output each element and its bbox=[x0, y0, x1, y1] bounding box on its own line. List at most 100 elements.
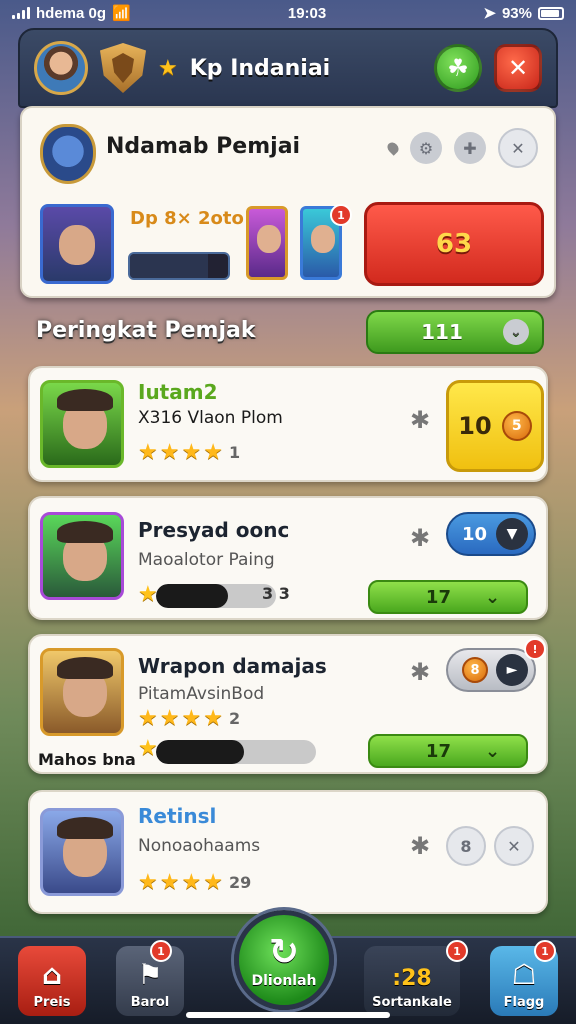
home-icon: ⌂ bbox=[41, 958, 63, 991]
leaderboard-filter-dropdown[interactable]: 111 ⌄ bbox=[366, 310, 544, 354]
hero-portrait[interactable] bbox=[40, 204, 114, 284]
close-icon[interactable]: ✕ bbox=[494, 826, 534, 866]
puzzle-icon[interactable]: ✱ bbox=[410, 524, 430, 552]
star-icon: ★ bbox=[138, 706, 158, 731]
location-icon: ➤ bbox=[483, 5, 496, 22]
star-icon: ★ bbox=[138, 736, 158, 761]
star-count: 29 bbox=[228, 873, 252, 892]
star-icon: ★ bbox=[203, 706, 223, 731]
chevron-down-icon: ⌄ bbox=[484, 586, 501, 608]
star-icon: ★ bbox=[181, 440, 202, 465]
star-icon: ★ bbox=[138, 870, 158, 895]
star-icon: ★ bbox=[158, 55, 178, 81]
player-portrait bbox=[40, 512, 124, 600]
player-name: Retinsl bbox=[138, 804, 217, 828]
coin-icon: :28 bbox=[392, 966, 432, 991]
progress-fill bbox=[156, 584, 228, 608]
progress-bar bbox=[156, 740, 316, 764]
player-portrait bbox=[40, 648, 124, 736]
player-name: Presyad oonc bbox=[138, 518, 290, 542]
house-icon: ☖ bbox=[511, 958, 537, 991]
upgrade-value: 17 bbox=[425, 740, 451, 762]
home-indicator bbox=[186, 1012, 390, 1018]
shield-icon[interactable] bbox=[100, 43, 146, 93]
leaf-icon: ☘ bbox=[447, 54, 469, 82]
progress-bar bbox=[156, 584, 276, 608]
progress-fill bbox=[156, 740, 244, 764]
puzzle-icon[interactable]: ✱ bbox=[410, 406, 430, 434]
status-bar: hdema 0g 📶 19:03 ➤ 93% bbox=[0, 0, 576, 26]
hero-card-thumb[interactable] bbox=[246, 206, 288, 280]
leaderboard-row[interactable]: Presyad oonc Maoalotor Paing ★ 3 3 ✱ 10 … bbox=[28, 496, 548, 620]
player-subtitle: Nonoaohaams bbox=[138, 836, 261, 856]
player-portrait bbox=[40, 808, 124, 896]
nav-play[interactable]: ↻ Dlionlah bbox=[234, 910, 334, 1010]
close-icon: ✕ bbox=[507, 54, 529, 82]
profile-name: Ndamab Pemjai bbox=[106, 134, 301, 159]
pin-icon bbox=[385, 140, 401, 156]
move-icon[interactable]: ✚ bbox=[454, 132, 486, 164]
close-button[interactable]: ✕ bbox=[494, 44, 542, 92]
close-card-button[interactable]: ✕ bbox=[498, 128, 538, 168]
clan-emblem bbox=[40, 124, 96, 184]
leaderboard-row[interactable]: Mahos bna Wrapon damajas PitamAvsinBod ★… bbox=[28, 634, 548, 774]
upgrade-value: 17 bbox=[425, 586, 451, 608]
coin-icon: 8 bbox=[462, 657, 488, 683]
star-count: 1 bbox=[228, 443, 241, 462]
star-icon: ★ bbox=[159, 706, 180, 731]
battery-icon bbox=[537, 6, 564, 20]
wifi-icon: 📶 bbox=[112, 5, 131, 22]
player-portrait bbox=[40, 380, 124, 468]
reward-value: 10 bbox=[458, 412, 492, 440]
confirm-button[interactable]: ☘ bbox=[434, 44, 482, 92]
battle-button[interactable]: 63 bbox=[364, 202, 544, 286]
upgrade-button[interactable]: 17 ⌄ bbox=[368, 734, 528, 768]
rank-pill[interactable]: 8 ► bbox=[446, 648, 536, 692]
star-icon: ★ bbox=[159, 440, 180, 465]
header-title: Kp Indaniai bbox=[189, 55, 331, 81]
battery-percent: 93% bbox=[501, 4, 532, 22]
profile-progress-bar bbox=[128, 252, 230, 280]
puzzle-icon[interactable]: ✱ bbox=[410, 832, 430, 860]
star-rating: ★ ★ ★ ★ 1 bbox=[138, 440, 240, 465]
nav-label: Sortankale bbox=[372, 995, 452, 1010]
nav-label: Flagg bbox=[503, 995, 545, 1010]
player-caption: Mahos bna bbox=[38, 750, 136, 769]
carrier-label: hdema 0g bbox=[36, 4, 107, 22]
star-icon: ★ bbox=[181, 870, 202, 895]
star-icon: ★ bbox=[138, 582, 158, 607]
filter-value: 111 bbox=[421, 320, 463, 344]
star-rating: ★ ★ ★ ★ 29 bbox=[138, 870, 251, 895]
leaderboard-row[interactable]: Retinsl Nonoaohaams ★ ★ ★ ★ 29 ✱ 8 ✕ bbox=[28, 790, 548, 914]
settings-icon[interactable]: ⚙ bbox=[410, 132, 442, 164]
nav-barol[interactable]: ⚑ Barol bbox=[116, 946, 184, 1016]
profile-card: Ndamab Pemjai ⚙ ✚ ✕ Dp 8× 2oto 1 63 bbox=[20, 106, 556, 298]
nav-shop[interactable]: :28 Sortankale bbox=[364, 946, 460, 1016]
bottom-nav: ⌂ Preis ⚑ Barol 1 ↻ Dlionlah :28 Sortank… bbox=[0, 910, 576, 1024]
chevron-down-icon: ⌄ bbox=[502, 319, 529, 345]
star-count: 2 bbox=[228, 709, 241, 728]
leaderboard-row[interactable]: Iutam2 X316 Vlaon Plom ★ ★ ★ ★ 1 ✱ 10 5 bbox=[28, 366, 548, 482]
rank-pill[interactable]: 10 ▼ bbox=[446, 512, 536, 556]
nav-home[interactable]: ⌂ Preis bbox=[18, 946, 86, 1016]
top-header: ★ Kp Indaniai ☘ ✕ bbox=[18, 28, 558, 108]
notification-badge: 1 bbox=[446, 940, 468, 962]
leaderboard-heading: Peringkat Pemjak bbox=[36, 318, 256, 343]
star-icon: ★ bbox=[159, 870, 180, 895]
star-icon: ★ bbox=[181, 706, 202, 731]
action-button[interactable]: 8 bbox=[446, 826, 486, 866]
player-name: Wrapon damajas bbox=[138, 654, 327, 678]
star-icon: ★ bbox=[203, 870, 223, 895]
player-avatar[interactable] bbox=[34, 41, 88, 95]
progress-text: 3 3 bbox=[262, 584, 290, 603]
notification-badge: ! bbox=[524, 638, 546, 660]
nav-label: Barol bbox=[130, 995, 170, 1010]
coin-icon: 5 bbox=[501, 411, 532, 441]
clock: 19:03 bbox=[287, 4, 327, 22]
upgrade-button[interactable]: 17 ⌄ bbox=[368, 580, 528, 614]
puzzle-icon[interactable]: ✱ bbox=[410, 658, 430, 686]
notification-badge: 1 bbox=[534, 940, 556, 962]
signal-icon bbox=[12, 7, 30, 19]
reward-button[interactable]: 10 5 bbox=[446, 380, 544, 472]
player-subtitle: Maoalotor Paing bbox=[138, 550, 275, 570]
